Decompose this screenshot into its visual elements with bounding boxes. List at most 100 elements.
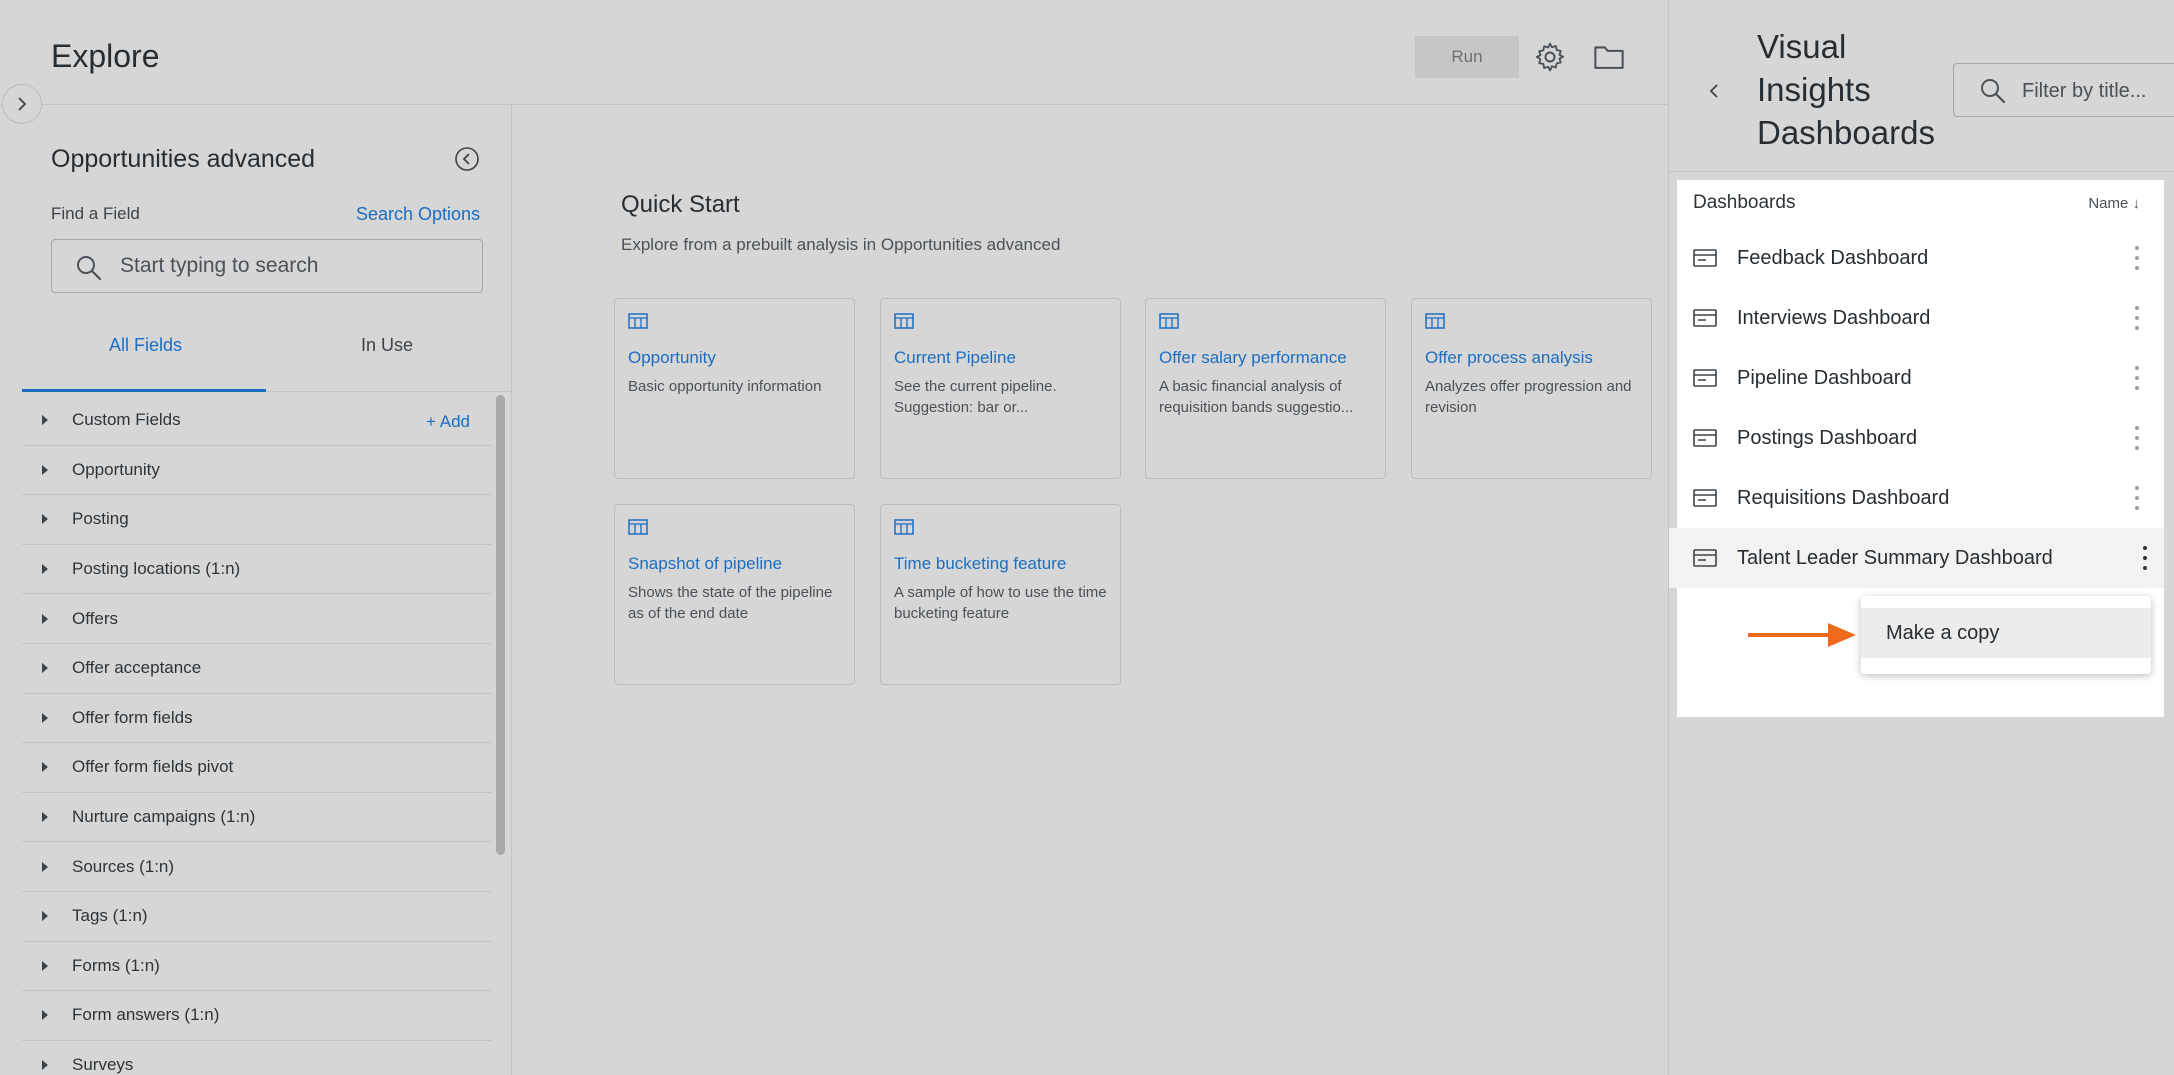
card-title: Offer salary performance [1159,348,1347,367]
dashboard-item-talent-leader-summary[interactable]: Talent Leader Summary Dashboard [1669,528,2164,588]
dashboard-name: Interviews Dashboard [1737,306,1931,329]
field-group-offer-form-fields[interactable]: Offer form fields [22,694,492,744]
field-group-label: Posting locations (1:n) [72,559,241,579]
card-description: Basic opportunity information [628,378,822,395]
field-group-sources[interactable]: Sources (1:n) [22,842,492,892]
field-group-label: Nurture campaigns (1:n) [72,807,256,827]
field-group-offers[interactable]: Offers [22,594,492,644]
quick-start-card-opportunity[interactable]: Opportunity Basic opportunity informatio… [614,298,855,479]
quick-start-card-snapshot-of-pipeline[interactable]: Snapshot of pipeline Shows the state of … [614,504,855,685]
card-description: Shows the state of the pipeline as of th… [628,584,833,622]
quick-start-title: Quick Start [621,191,740,218]
field-group-custom-fields[interactable]: Custom Fields + Add [22,396,492,446]
card-description: A basic financial analysis of requisitio… [1159,378,1354,416]
field-group-label: Surveys [72,1055,134,1075]
field-group-surveys[interactable]: Surveys [22,1041,492,1075]
field-group-label: Opportunity [72,459,160,479]
caret-right-icon [42,564,48,575]
field-group-label: Sources (1:n) [72,856,175,876]
dashboard-name: Pipeline Dashboard [1737,366,1912,389]
card-description: See the current pipeline. Suggestion: ba… [894,378,1057,416]
dashboard-icon [1693,309,1717,327]
caret-right-icon [42,663,48,674]
dashboard-icon [1693,489,1717,507]
caret-right-icon [42,812,48,823]
run-button[interactable]: Run [1415,36,1519,78]
more-options-icon[interactable] [2134,366,2140,390]
field-group-form-answers[interactable]: Form answers (1:n) [22,991,492,1041]
caret-right-icon [42,415,48,426]
field-group-offer-form-fields-pivot[interactable]: Offer form fields pivot [22,743,492,793]
sort-by-name-button[interactable]: Name ↓ [2088,195,2140,212]
more-options-icon[interactable] [2134,426,2140,450]
field-group-nurture-campaigns[interactable]: Nurture campaigns (1:n) [22,793,492,843]
more-options-icon[interactable] [2142,546,2148,570]
caret-right-icon [42,1060,48,1071]
annotation-arrow-icon [1748,623,1856,647]
field-search-box[interactable] [51,239,483,293]
field-group-label: Offer acceptance [72,658,202,678]
page-title: Explore [51,38,160,74]
field-group-forms[interactable]: Forms (1:n) [22,942,492,992]
quick-start-card-offer-process-analysis[interactable]: Offer process analysis Analyzes offer pr… [1411,298,1652,479]
tab-all-fields[interactable]: All Fields [109,335,182,356]
field-group-tags[interactable]: Tags (1:n) [22,892,492,942]
search-options-link[interactable]: Search Options [356,204,480,225]
field-group-posting[interactable]: Posting [22,495,492,545]
field-group-label: Offer form fields [72,707,193,727]
filter-by-title-input[interactable] [2022,76,2174,106]
field-list: Custom Fields + Add Opportunity Posting … [22,396,492,1075]
table-icon [1159,313,1179,329]
field-group-label: Offers [72,608,118,628]
field-group-label: Form answers (1:n) [72,1005,220,1025]
quick-start-card-offer-salary-performance[interactable]: Offer salary performance A basic financi… [1145,298,1386,479]
card-title: Current Pipeline [894,348,1016,367]
field-search-input[interactable] [120,250,470,282]
collapse-panel-icon[interactable] [452,144,482,174]
explore-area: Explore Run Opportunities advanced Find … [0,0,1668,1075]
make-a-copy-menu-item[interactable]: Make a copy [1861,608,2151,658]
caret-right-icon [42,960,48,971]
field-list-scrollbar[interactable] [496,395,505,855]
more-options-icon[interactable] [2134,246,2140,270]
chevron-left-icon[interactable] [1703,76,1725,106]
caret-right-icon [42,514,48,525]
quick-start-card-time-bucketing-feature[interactable]: Time bucketing feature A sample of how t… [880,504,1121,685]
caret-right-icon [42,911,48,922]
gear-icon[interactable] [1533,40,1567,74]
dashboard-icon [1693,249,1717,267]
quick-start-card-current-pipeline[interactable]: Current Pipeline See the current pipelin… [880,298,1121,479]
dashboard-item-postings[interactable]: Postings Dashboard [1677,408,2164,468]
dashboard-name: Requisitions Dashboard [1737,486,1950,509]
folder-icon[interactable] [1592,42,1626,72]
field-group-offer-acceptance[interactable]: Offer acceptance [22,644,492,694]
more-options-icon[interactable] [2134,486,2140,510]
dashboard-item-pipeline[interactable]: Pipeline Dashboard [1677,348,2164,408]
dashboards-list-header: Dashboards Name ↓ [1677,180,2164,226]
dashboard-item-feedback[interactable]: Feedback Dashboard [1677,228,2164,288]
dashboard-icon [1693,369,1717,387]
more-options-icon[interactable] [2134,306,2140,330]
active-tab-indicator [22,389,266,392]
search-icon [1981,79,2006,104]
field-group-label: Tags (1:n) [72,906,148,926]
field-group-label: Forms (1:n) [72,955,160,975]
dashboard-icon [1693,549,1717,567]
tab-in-use[interactable]: In Use [361,335,413,356]
find-field-label: Find a Field [51,204,140,223]
dashboard-item-interviews[interactable]: Interviews Dashboard [1677,288,2164,348]
filter-by-title-box[interactable] [1953,63,2174,117]
dashboard-context-menu: Make a copy [1861,596,2151,674]
search-icon [77,256,102,281]
caret-right-icon [42,861,48,872]
table-icon [628,313,648,329]
dashboards-panel: Visual Insights Dashboards Dashboards Na… [1668,0,2174,1075]
dashboard-item-requisitions[interactable]: Requisitions Dashboard [1677,468,2164,528]
card-title: Offer process analysis [1425,348,1593,367]
dashboard-name: Feedback Dashboard [1737,246,1929,269]
caret-right-icon [42,613,48,624]
field-group-opportunity[interactable]: Opportunity [22,446,492,496]
add-custom-field-button[interactable]: + Add [426,412,470,432]
dashboards-panel-title: Visual Insights Dashboards [1757,28,1935,151]
field-group-posting-locations[interactable]: Posting locations (1:n) [22,545,492,595]
